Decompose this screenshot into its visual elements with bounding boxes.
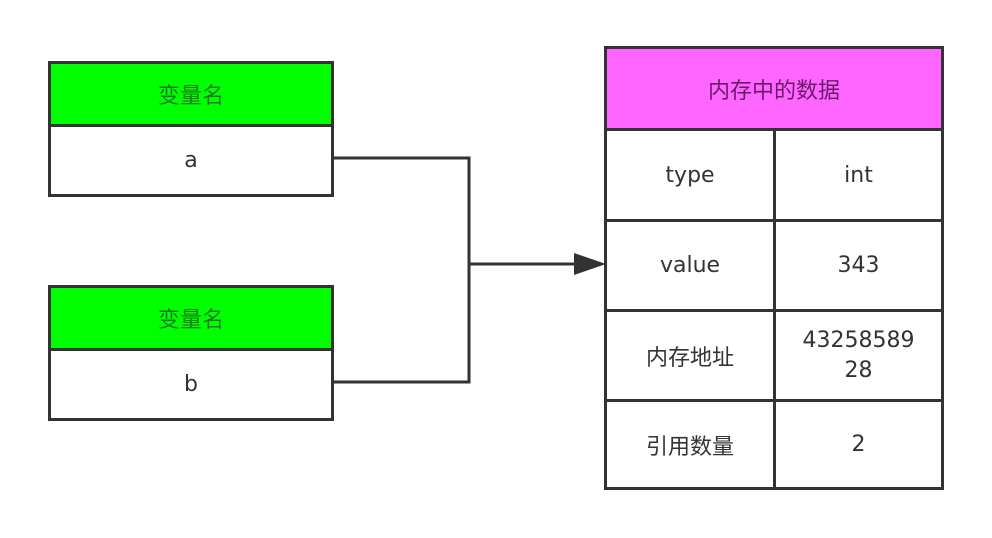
row-value-type: int: [844, 162, 873, 188]
memory-table-title: 内存中的数据: [607, 49, 941, 128]
connector-b: [334, 264, 471, 384]
memory-table: 内存中的数据 type int value 343 内存地址 43258589 …: [604, 46, 944, 490]
row-value-address: 43258589 28: [776, 312, 941, 399]
row-value-refcount: 2: [851, 432, 866, 457]
row-value-value: 343: [837, 253, 880, 278]
address-line-2: 28: [844, 357, 873, 383]
row-label-refcount: 引用数量: [645, 434, 734, 460]
address-line-1: 43258589: [802, 327, 915, 353]
arrowhead-icon: [574, 253, 606, 275]
row-label-type: type: [665, 162, 715, 188]
connector-a: [334, 156, 471, 264]
row-label-value: value: [659, 253, 721, 278]
row-label-address: 内存地址: [645, 345, 734, 371]
